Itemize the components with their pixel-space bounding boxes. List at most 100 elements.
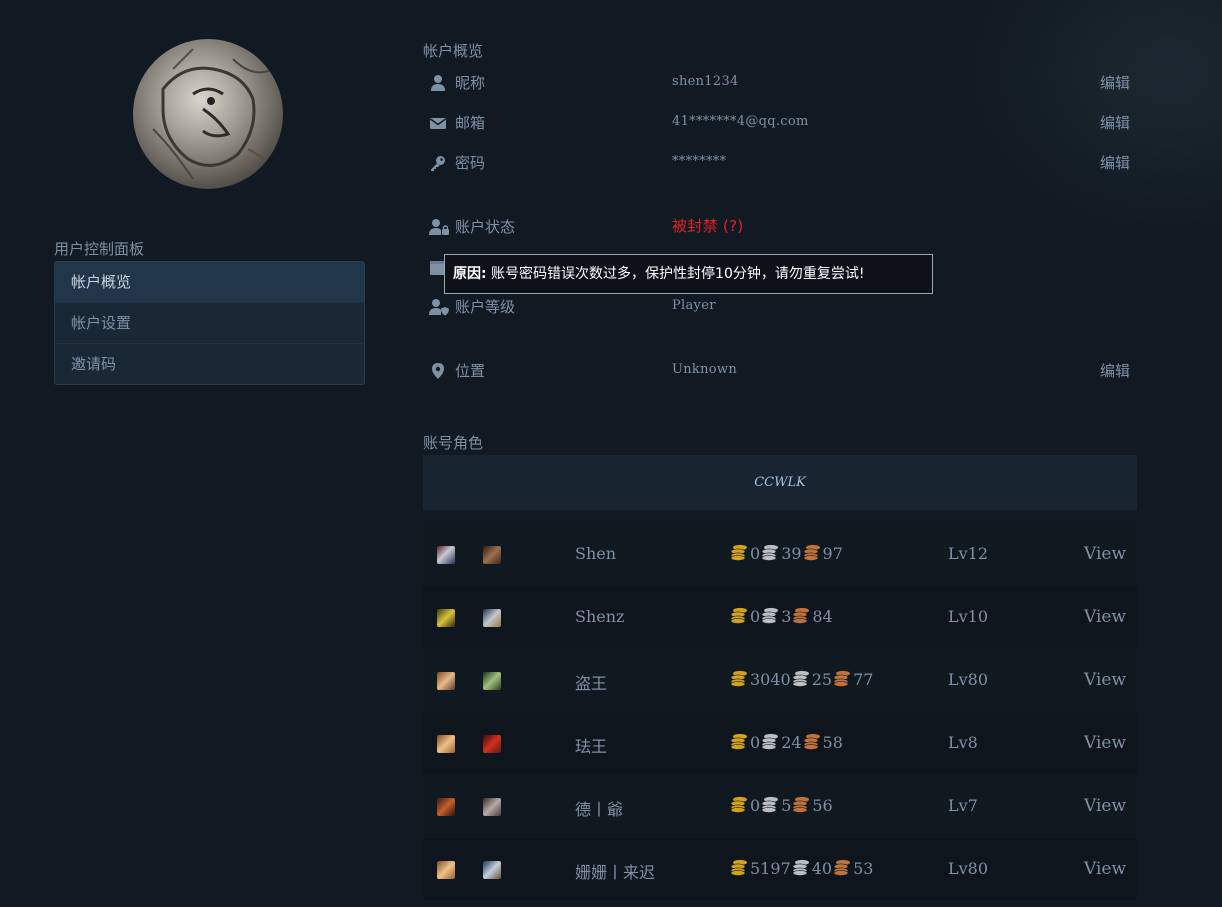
gold-coins-icon: [729, 607, 750, 626]
copper-amount: 53: [853, 859, 874, 878]
gold-amount: 3040: [750, 670, 791, 689]
copper-coins-icon: [802, 544, 823, 563]
status-value[interactable]: 被封禁 (?): [672, 215, 744, 236]
edit-nickname-link[interactable]: 编辑: [1100, 72, 1130, 93]
gold-coins-icon: [729, 544, 750, 563]
sidebar-title: 用户控制面板: [54, 240, 145, 258]
copper-amount: 77: [853, 670, 874, 689]
character-level: Lv10: [948, 607, 989, 626]
silver-amount: 24: [781, 733, 802, 752]
ban-reason-tooltip: 原因: 账号密码错误次数过多，保护性封停10分钟，请勿重复尝试!: [444, 254, 933, 294]
view-character-link[interactable]: View: [1084, 670, 1126, 690]
email-value: 41*******4@qq.com: [672, 114, 809, 129]
silver-amount: 3: [781, 607, 792, 626]
copper-coins-icon: [791, 796, 812, 815]
copper-coins-icon: [791, 607, 812, 626]
race-icon: [437, 735, 455, 753]
nickname-label: 昵称: [455, 74, 486, 92]
class-icon: [483, 546, 501, 564]
sidebar-menu: 帐户概览 帐户设置 邀请码: [54, 261, 365, 385]
character-money: 3040 25 77: [729, 670, 873, 690]
character-level: Lv80: [948, 670, 989, 689]
characters-title: 账号角色: [423, 434, 484, 452]
edit-email-link[interactable]: 编辑: [1100, 112, 1130, 133]
envelope-icon: [430, 118, 446, 129]
character-money: 0 24 58: [729, 733, 843, 753]
character-level: Lv8: [948, 733, 978, 752]
race-icon: [437, 609, 455, 627]
map-marker-icon: [432, 363, 444, 379]
copper-amount: 97: [822, 544, 843, 563]
user-icon: [431, 75, 445, 91]
password-value: ********: [672, 154, 727, 169]
gold-coins-icon: [729, 859, 750, 878]
character-money: 5197 40 53: [729, 859, 873, 879]
avatar: [133, 39, 283, 189]
view-character-link[interactable]: View: [1084, 733, 1126, 753]
character-row: Shenz 0 3 84 Lv10 View: [423, 586, 1137, 648]
edit-password-link[interactable]: 编辑: [1100, 152, 1130, 173]
gold-amount: 0: [750, 733, 761, 752]
nickname-value: shen1234: [672, 74, 739, 89]
silver-amount: 5: [781, 796, 792, 815]
location-value: Unknown: [672, 362, 738, 377]
email-label: 邮箱: [455, 114, 486, 132]
view-character-link[interactable]: View: [1084, 859, 1126, 879]
gold-amount: 0: [750, 544, 761, 563]
silver-amount: 39: [781, 544, 802, 563]
status-label: 账户状态: [455, 218, 516, 236]
character-name: Shenz: [575, 607, 625, 626]
user-lock-icon: [429, 219, 449, 235]
copper-amount: 56: [812, 796, 833, 815]
nickname-row: 昵称 shen1234 编辑: [423, 68, 1137, 98]
password-label: 密码: [455, 154, 486, 172]
sidebar-item-overview[interactable]: 帐户概览: [55, 262, 364, 302]
class-icon: [483, 798, 501, 816]
character-money: 0 5 56: [729, 796, 833, 816]
silver-coins-icon: [760, 607, 781, 626]
class-icon: [483, 735, 501, 753]
edit-location-link[interactable]: 编辑: [1100, 360, 1130, 381]
copper-coins-icon: [832, 670, 853, 689]
gold-amount: 5197: [750, 859, 791, 878]
tooltip-prefix: 原因:: [453, 266, 487, 282]
race-icon: [437, 546, 455, 564]
silver-coins-icon: [760, 544, 781, 563]
race-icon: [437, 861, 455, 879]
sidebar-item-settings[interactable]: 帐户设置: [55, 302, 364, 343]
level-label: 账户等级: [455, 298, 516, 316]
silver-amount: 40: [811, 859, 833, 878]
race-icon: [437, 798, 455, 816]
copper-coins-icon: [802, 733, 823, 752]
copper-amount: 58: [822, 733, 843, 752]
copper-coins-icon: [832, 859, 853, 878]
character-name: 盗王: [575, 674, 608, 693]
class-icon: [483, 609, 501, 627]
silver-coins-icon: [791, 670, 812, 689]
character-money: 0 39 97: [729, 544, 843, 564]
character-row: 德丨爺 0 5 56 Lv7 View: [423, 775, 1137, 837]
character-name: 德丨爺: [575, 800, 624, 819]
view-character-link[interactable]: View: [1084, 796, 1126, 816]
class-icon: [483, 672, 501, 690]
sidebar-item-invite-code[interactable]: 邀请码: [55, 343, 364, 384]
character-name: 姗姗丨来迟: [575, 863, 656, 882]
view-character-link[interactable]: View: [1084, 607, 1126, 627]
key-icon: [431, 156, 445, 171]
view-character-link[interactable]: View: [1084, 544, 1126, 564]
character-level: Lv80: [948, 859, 989, 878]
character-row: 姗姗丨来迟 5197 40 53 Lv80 View: [423, 838, 1137, 900]
status-row: 账户状态 被封禁 (?): [423, 212, 1137, 242]
user-shield-icon: [429, 299, 449, 316]
gold-coins-icon: [729, 733, 750, 752]
class-icon: [483, 861, 501, 879]
silver-amount: 25: [811, 670, 833, 689]
silver-coins-icon: [760, 733, 781, 752]
character-row: 珐王 0 24 58 Lv8 View: [423, 712, 1137, 774]
realm-header: CCWLK: [423, 455, 1137, 510]
gold-amount: 0: [750, 796, 761, 815]
gold-coins-icon: [729, 670, 750, 689]
character-name: Shen: [575, 544, 617, 563]
copper-amount: 84: [812, 607, 833, 626]
password-row: 密码 ******** 编辑: [423, 148, 1137, 178]
